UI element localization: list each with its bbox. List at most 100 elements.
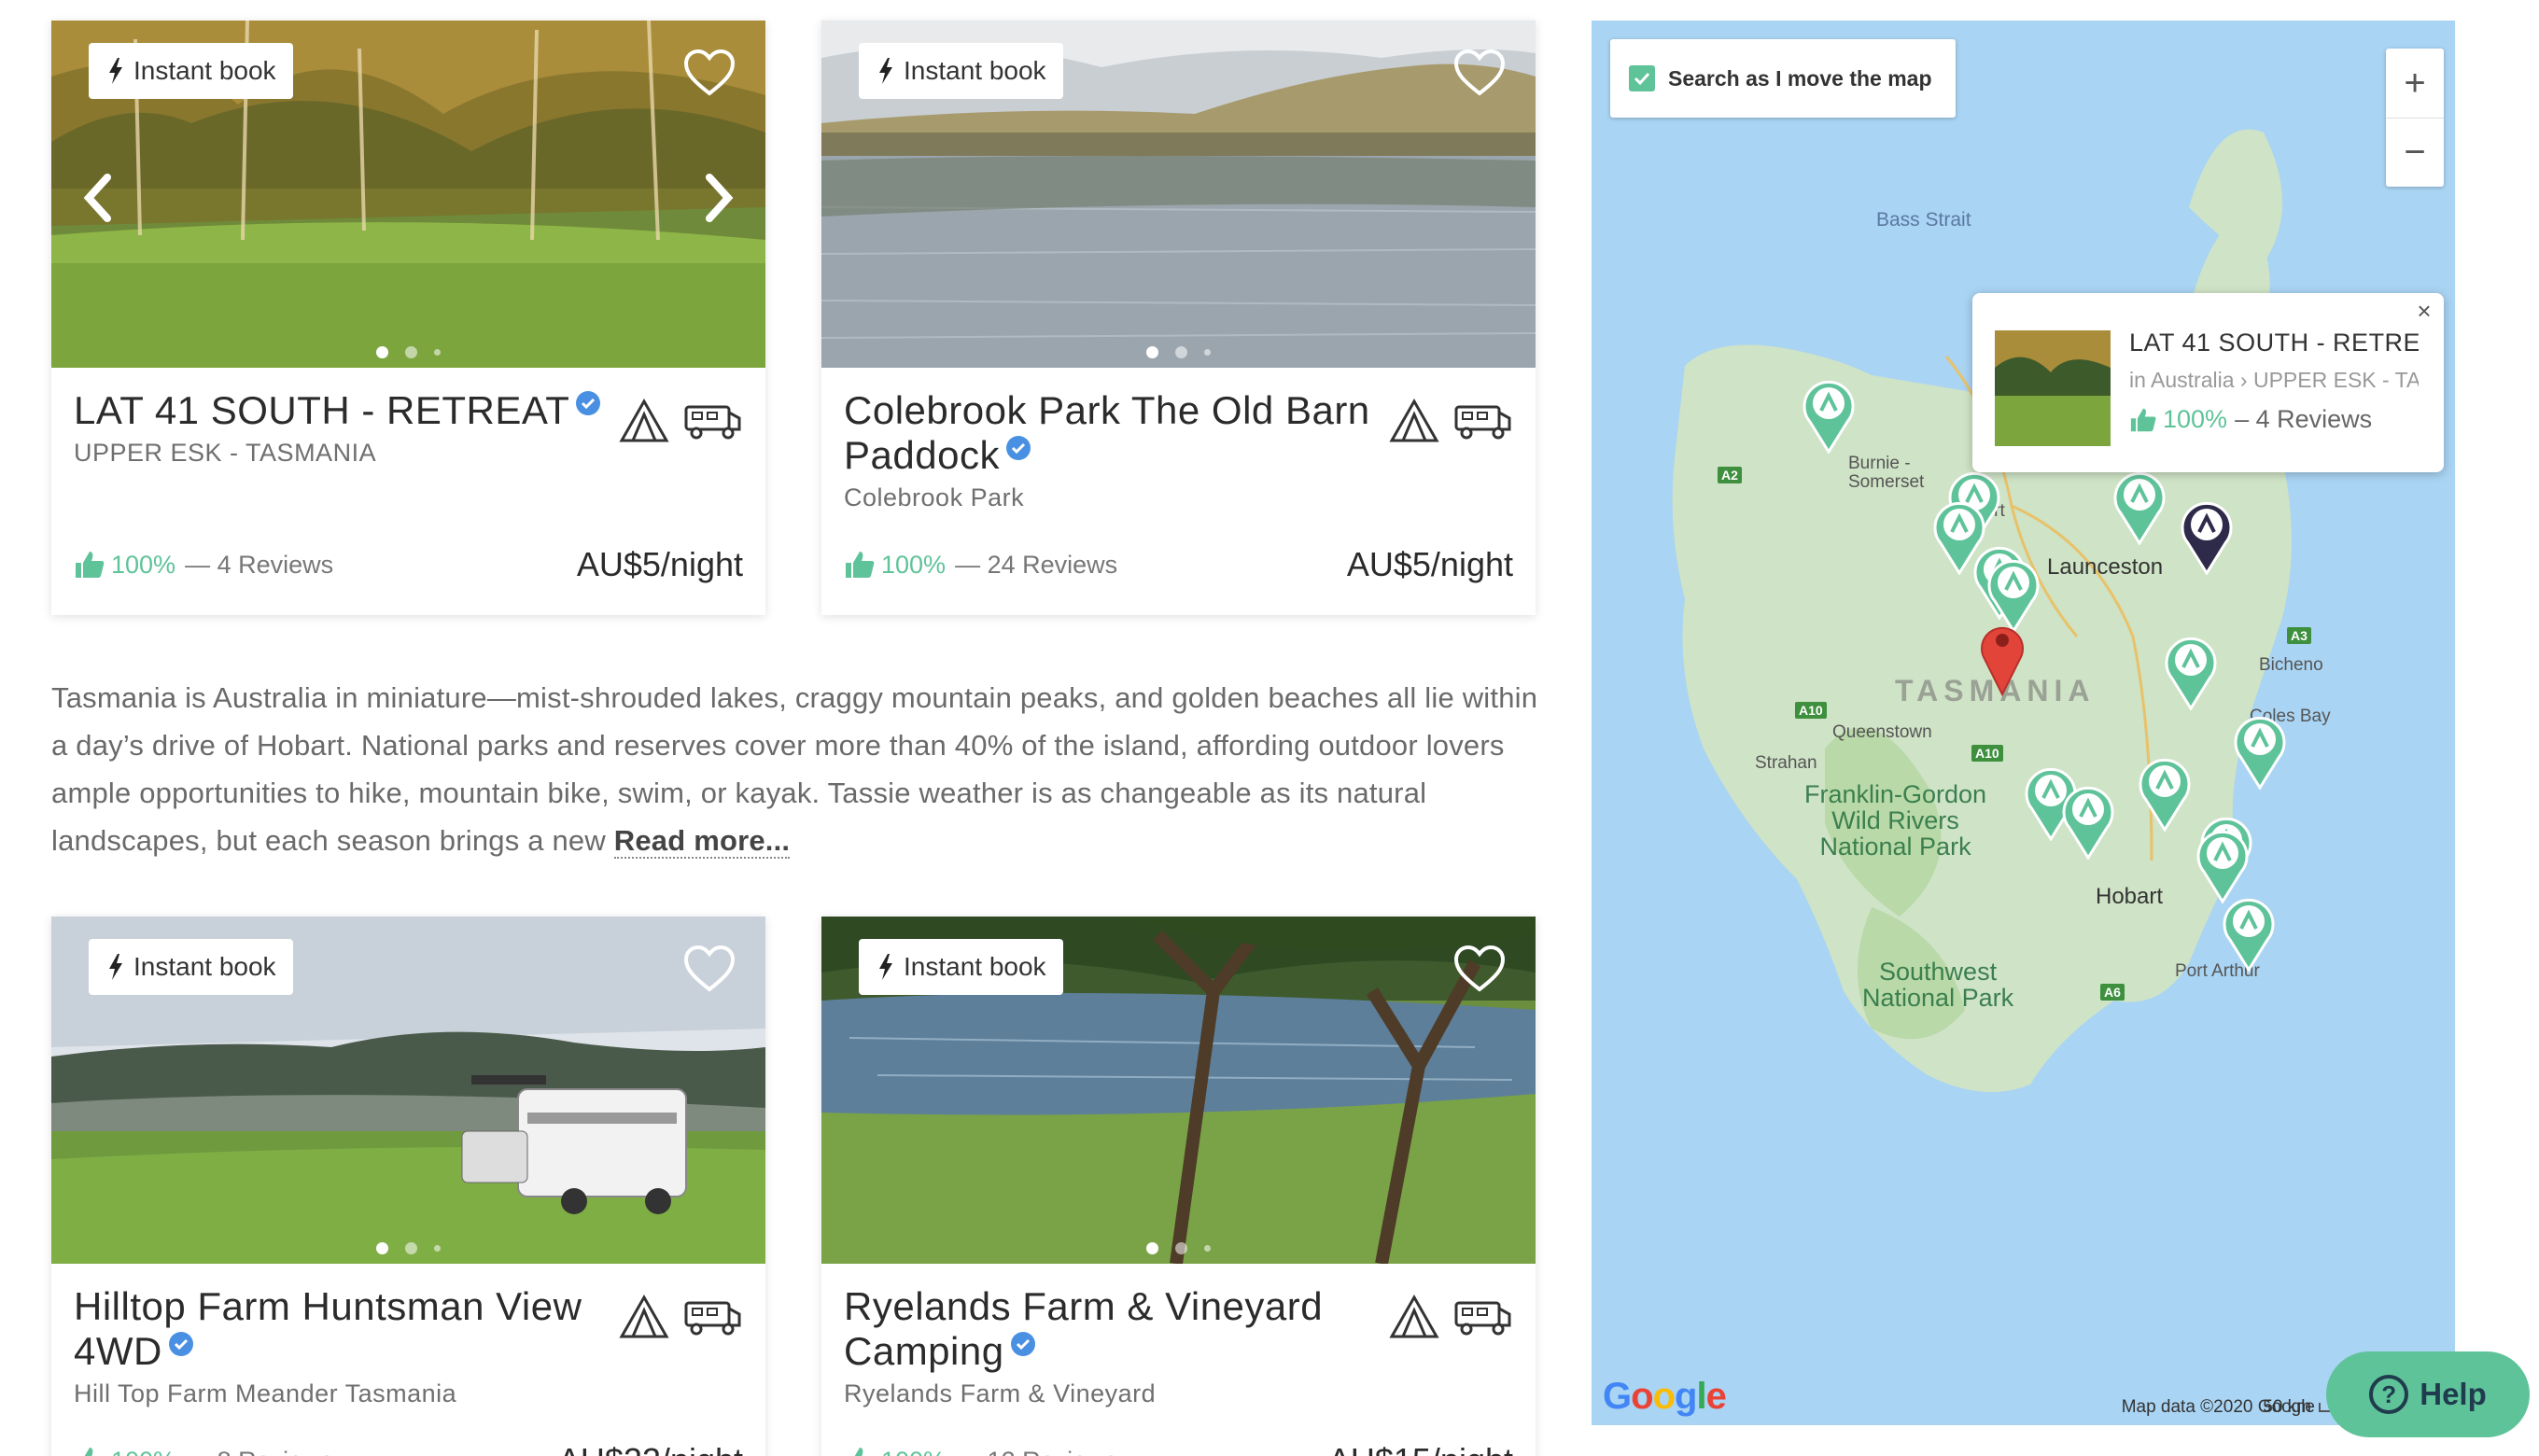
review-count: — 8 Reviews	[185, 1447, 333, 1456]
pagination-dot[interactable]	[405, 346, 417, 358]
search-as-move-toggle[interactable]: Search as I move the map	[1610, 39, 1956, 118]
heart-icon[interactable]	[683, 49, 736, 97]
review-count: — 4 Reviews	[185, 550, 334, 579]
tent-icon	[619, 398, 669, 442]
pagination-dot[interactable]	[1204, 1245, 1211, 1252]
campground-pin-icon[interactable]	[2110, 467, 2169, 545]
review-count: — 12 Reviews	[955, 1447, 1117, 1456]
zoom-in-button[interactable]: +	[2386, 49, 2444, 118]
location-marker-icon	[1981, 626, 2024, 696]
pagination-dot[interactable]	[1146, 1242, 1158, 1254]
rating-percent: 100%	[111, 1447, 175, 1456]
rv-icon	[684, 405, 741, 440]
zoom-out-button[interactable]: −	[2386, 118, 2444, 187]
thumbs-up-icon	[84, 1448, 93, 1456]
map-listing-popup[interactable]: LAT 41 SOUTH - RETREAT in Australia › UP…	[1972, 293, 2444, 472]
chevron-right-icon[interactable]	[700, 172, 737, 224]
map-label-park: Franklin-Gordon Wild Rivers National Par…	[1804, 780, 1987, 861]
question-icon: ?	[2369, 1375, 2409, 1414]
photo-pagination	[51, 346, 765, 358]
thumbs-up-icon	[846, 552, 875, 578]
listing-footer: 100% — 8 Reviews AU$22/night	[74, 1441, 743, 1456]
instant-book-badge: Instant book	[89, 43, 293, 99]
listing-footer: 100% — 24 Reviews AU$5/night	[844, 545, 1513, 584]
pagination-dot[interactable]	[376, 346, 388, 358]
read-more-link[interactable]: Read more...	[613, 824, 791, 859]
pagination-dot[interactable]	[434, 1245, 441, 1252]
heart-icon[interactable]	[1453, 49, 1506, 97]
verified-icon	[1010, 1332, 1035, 1356]
listing-footer: 100% — 12 Reviews AU$15/night	[844, 1441, 1513, 1456]
site-type-icons	[618, 398, 743, 444]
description-text: Tasmania is Australia in miniature—mist-…	[51, 681, 1538, 857]
site-type-icons	[1388, 1294, 1513, 1340]
instant-book-badge: Instant book	[859, 43, 1063, 99]
chevron-right-icon: ›	[2239, 368, 2253, 392]
listing-card[interactable]: Instant book Ryelands Farm & Vineyard Ca…	[821, 917, 1536, 1456]
tent-icon	[619, 1294, 669, 1338]
instant-book-label: Instant book	[904, 56, 1046, 85]
thumbs-up-icon	[854, 1448, 863, 1456]
verified-icon	[1005, 436, 1031, 460]
tent-icon	[1389, 398, 1439, 442]
pagination-dot[interactable]	[1204, 349, 1211, 356]
pagination-dot[interactable]	[1175, 346, 1187, 358]
listing-info: Ryelands Farm & Vineyard Camping Ryeland…	[821, 1264, 1536, 1456]
listing-photo[interactable]: Instant book	[51, 21, 765, 368]
search-checkbox[interactable]	[1629, 65, 1655, 91]
listing-card[interactable]: Instant book Colebrook Park The Old Barn…	[821, 21, 1536, 615]
tent-icon	[1389, 1294, 1439, 1338]
campground-pin-icon[interactable]	[2230, 711, 2290, 790]
listing-price: AU$5/night	[576, 545, 743, 583]
campground-pin-icon[interactable]	[2161, 632, 2221, 710]
pagination-dot[interactable]	[434, 349, 441, 356]
help-label: Help	[2420, 1377, 2487, 1411]
popup-crumb-region: UPPER ESK - TASMANIA	[2252, 368, 2419, 392]
campground-pin-icon[interactable]	[2193, 825, 2252, 903]
popup-review-count: – 4 Reviews	[2235, 405, 2373, 433]
listing-photo[interactable]: Instant book	[821, 917, 1536, 1264]
listing-card[interactable]: Instant book Hilltop Farm Huntsman View …	[51, 917, 765, 1456]
pagination-dot[interactable]	[1146, 346, 1158, 358]
listing-title[interactable]: Colebrook Park The Old Barn Paddock	[844, 388, 1376, 478]
campground-pin-icon[interactable]	[2058, 781, 2118, 860]
listing-price: AU$15/night	[1328, 1441, 1513, 1456]
listing-title[interactable]: LAT 41 SOUTH - RETREAT	[74, 388, 606, 433]
rating-percent: 100%	[881, 1447, 946, 1456]
instant-book-label: Instant book	[904, 952, 1046, 981]
popup-title[interactable]: LAT 41 SOUTH - RETREAT	[2129, 329, 2419, 357]
close-icon[interactable]: ×	[2410, 297, 2438, 325]
chevron-left-icon[interactable]	[79, 172, 117, 224]
listing-info: Colebrook Park The Old Barn Paddock Cole…	[821, 368, 1536, 615]
site-type-icons	[618, 1294, 743, 1340]
lightning-icon	[879, 58, 892, 84]
heart-icon[interactable]	[683, 945, 736, 993]
heart-icon[interactable]	[1453, 945, 1506, 993]
listing-card[interactable]: Instant book LAT 41 SOUTH - RETREAT UPPE…	[51, 21, 765, 615]
listing-photo[interactable]: Instant book	[51, 917, 765, 1264]
road-shield: A10	[1971, 745, 2003, 762]
road-shield: A10	[1795, 702, 1827, 719]
pagination-dot[interactable]	[376, 1242, 388, 1254]
listing-location: Hill Top Farm Meander Tasmania	[74, 1379, 457, 1407]
help-button[interactable]: ? Help	[2326, 1351, 2530, 1437]
listing-title[interactable]: Ryelands Farm & Vineyard Camping	[844, 1284, 1376, 1374]
listing-price: AU$5/night	[1346, 545, 1513, 583]
map-label-sea: Bass Strait	[1876, 209, 1971, 231]
campground-pin-icon[interactable]	[1799, 375, 1859, 454]
listing-price: AU$22/night	[558, 1441, 743, 1456]
pagination-dot[interactable]	[405, 1242, 417, 1254]
campground-pin-icon[interactable]	[2219, 893, 2279, 972]
rv-icon	[684, 1301, 741, 1336]
zoom-controls: + −	[2386, 49, 2444, 187]
map[interactable]: Search as I move the map + − Bass Strait…	[1592, 21, 2455, 1425]
photo-pagination	[821, 346, 1536, 358]
campground-pin-icon[interactable]	[2135, 753, 2195, 832]
selected-campground-pin-icon[interactable]	[2177, 497, 2237, 575]
pagination-dot[interactable]	[1175, 1242, 1187, 1254]
listing-photo[interactable]: Instant book	[821, 21, 1536, 368]
popup-photo	[1995, 330, 2111, 446]
rating: 100% — 8 Reviews	[74, 1446, 333, 1456]
google-logo: Google	[1603, 1376, 1727, 1417]
listing-title[interactable]: Hilltop Farm Huntsman View 4WD	[74, 1284, 606, 1374]
